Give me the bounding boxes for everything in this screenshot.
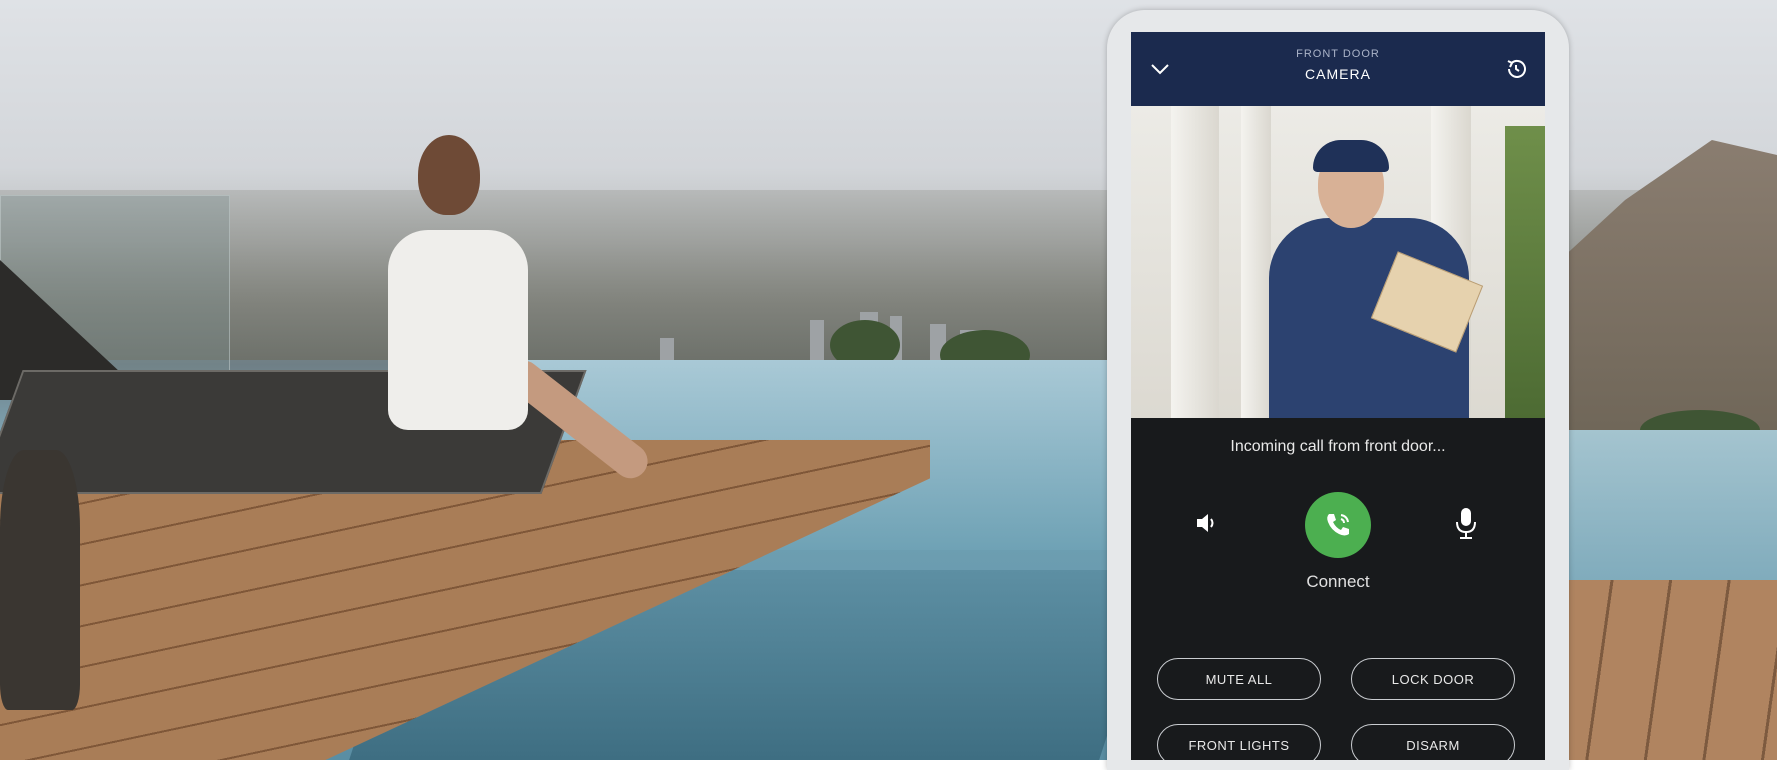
- call-panel: Incoming call from front door... Connect…: [1131, 418, 1545, 760]
- connect-label: Connect: [1306, 572, 1370, 591]
- wooden-deck-right: [1555, 580, 1777, 760]
- infinity-pool-right: [1560, 430, 1777, 590]
- phone-screen: FRONT DOOR CAMERA Incoming call from fro…: [1131, 32, 1545, 760]
- microphone-icon[interactable]: [1449, 504, 1483, 542]
- pillar: [1171, 106, 1219, 418]
- foliage: [1505, 126, 1545, 418]
- pillar: [1241, 106, 1271, 418]
- phone-call-icon: [1327, 514, 1349, 536]
- connect-button[interactable]: [1305, 492, 1371, 558]
- camera-header: FRONT DOOR CAMERA: [1131, 32, 1545, 106]
- mute-all-button[interactable]: MUTE ALL: [1157, 658, 1321, 700]
- hillside-houses: [1560, 140, 1777, 440]
- disarm-button[interactable]: DISARM: [1351, 724, 1515, 760]
- woman-on-lounger: [388, 230, 528, 430]
- woman-head: [418, 135, 480, 215]
- courier-cap: [1313, 140, 1389, 172]
- camera-location: FRONT DOOR: [1296, 48, 1380, 60]
- camera-title: CAMERA: [1305, 66, 1371, 82]
- front-lights-button[interactable]: FRONT LIGHTS: [1157, 724, 1321, 760]
- lock-door-button[interactable]: LOCK DOOR: [1351, 658, 1515, 700]
- speaker-icon[interactable]: [1189, 506, 1223, 540]
- history-icon[interactable]: [1501, 54, 1531, 84]
- camera-feed: [1131, 106, 1545, 418]
- incoming-call-text: Incoming call from front door...: [1230, 438, 1446, 455]
- planter: [0, 450, 80, 710]
